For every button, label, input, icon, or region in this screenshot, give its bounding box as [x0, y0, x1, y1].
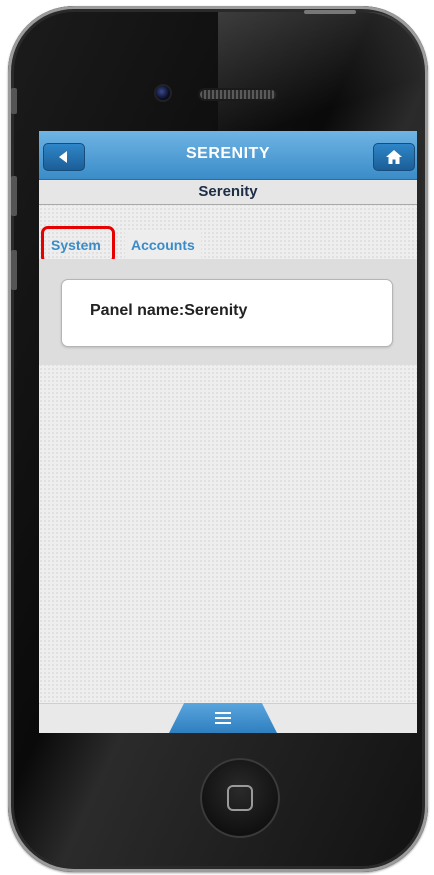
mute-switch: [11, 88, 17, 114]
home-icon: [386, 150, 402, 164]
earpiece-speaker: [200, 90, 276, 99]
hardware-home-button[interactable]: [200, 758, 280, 838]
home-square-icon: [227, 785, 253, 811]
volume-down-button: [11, 250, 17, 290]
tab-accounts[interactable]: Accounts: [125, 231, 201, 259]
panel-name-label: Panel name:Serenity: [90, 302, 248, 319]
menu-icon: [215, 712, 231, 724]
app-screen: SERENITY Serenity System Accounts Panel …: [39, 131, 417, 733]
menu-button[interactable]: [169, 703, 277, 733]
front-camera: [156, 86, 170, 100]
panel-name-card: Panel name:Serenity: [61, 279, 393, 347]
page-title: Serenity: [39, 180, 417, 205]
home-button[interactable]: [373, 143, 415, 171]
app-header: SERENITY: [39, 131, 417, 180]
phone-glare: [218, 12, 428, 132]
volume-up-button: [11, 176, 17, 216]
app-title: SERENITY: [185, 145, 270, 162]
power-button: [304, 10, 356, 14]
